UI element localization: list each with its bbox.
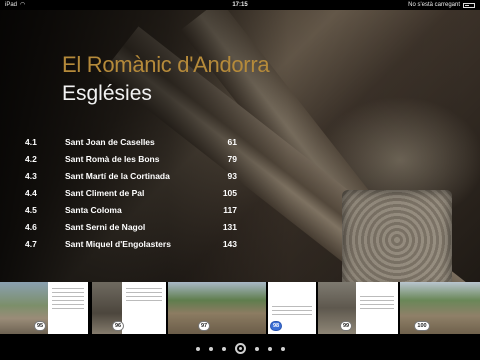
toc-item[interactable]: 4.5 Santa Coloma 117 — [25, 201, 237, 218]
page-indicator — [0, 341, 480, 356]
cover-photo: El Romànic d'Andorra Esglésies 4.1 Sant … — [0, 10, 480, 282]
toc-item[interactable]: 4.4 Sant Climent de Pal 105 — [25, 184, 237, 201]
page-dot[interactable] — [208, 346, 213, 351]
page-number-badge: 96 — [112, 321, 124, 331]
toc-name: Sant Miquel d'Engolasters — [65, 238, 171, 249]
toc-number: 4.6 — [25, 221, 37, 232]
church-photo — [400, 282, 480, 334]
page-number-badge: 95 — [34, 321, 46, 331]
page-text-lines — [272, 306, 312, 318]
toc-page: 143 — [222, 238, 237, 249]
church-photo — [168, 282, 266, 334]
page-thumbnail[interactable]: 98 — [268, 282, 316, 334]
page-thumbnail[interactable]: 97 — [168, 282, 266, 334]
toc-page: 79 — [227, 153, 237, 164]
toc-item[interactable]: 4.7 Sant Miquel d'Engolasters 143 — [25, 235, 237, 252]
page-text-lines — [360, 296, 394, 312]
toc-page: 105 — [222, 187, 237, 198]
page-thumbnail[interactable]: 96 — [92, 282, 166, 334]
page-text-lines — [126, 288, 162, 304]
page-dot-current[interactable] — [234, 343, 246, 354]
page-number-badge: 98 — [270, 321, 282, 331]
page-number-badge: 97 — [198, 321, 210, 331]
toc-name: Sant Martí de la Cortinada — [65, 170, 170, 181]
toc-item[interactable]: 4.6 Sant Serni de Nagol 131 — [25, 218, 237, 235]
toc-page: 131 — [222, 221, 237, 232]
status-right: No s'està carregant — [408, 0, 475, 10]
page-thumbnail[interactable]: 100 — [400, 282, 480, 334]
page-dot[interactable] — [221, 346, 226, 351]
page-thumbnail-strip[interactable]: 95 96 97 98 99 100 — [0, 282, 480, 338]
charging-status: No s'està carregant — [408, 2, 460, 8]
page-thumbnail[interactable]: 95 — [0, 282, 88, 334]
toc-name: Sant Romà de les Bons — [65, 153, 160, 164]
toc-name: Sant Climent de Pal — [65, 187, 145, 198]
toc-name: Sant Joan de Caselles — [65, 136, 155, 147]
table-of-contents: 4.1 Sant Joan de Caselles 61 4.2 Sant Ro… — [25, 133, 237, 252]
toc-number: 4.1 — [25, 136, 37, 147]
toc-item[interactable]: 4.1 Sant Joan de Caselles 61 — [25, 133, 237, 150]
battery-icon — [463, 2, 475, 8]
page-number-badge: 99 — [340, 321, 352, 331]
toc-number: 4.7 — [25, 238, 37, 249]
page-text-lines — [52, 288, 84, 312]
page-dot[interactable] — [195, 346, 200, 351]
toc-name: Sant Serni de Nagol — [65, 221, 146, 232]
toc-number: 4.5 — [25, 204, 37, 215]
toc-page: 61 — [227, 136, 237, 147]
page-dot[interactable] — [254, 346, 259, 351]
toc-item[interactable]: 4.3 Sant Martí de la Cortinada 93 — [25, 167, 237, 184]
toc-number: 4.3 — [25, 170, 37, 181]
page-thumbnail[interactable]: 99 — [318, 282, 398, 334]
toc-page: 93 — [227, 170, 237, 181]
status-bar: iPad ◠ 17:15 No s'està carregant — [0, 0, 480, 10]
toc-name: Santa Coloma — [65, 204, 122, 215]
page-dot[interactable] — [267, 346, 272, 351]
book-title: El Romànic d'Andorra — [62, 52, 270, 77]
toc-page: 117 — [223, 204, 237, 215]
toc-item[interactable]: 4.2 Sant Romà de les Bons 79 — [25, 150, 237, 167]
toc-number: 4.4 — [25, 187, 37, 198]
section-title: Esglésies — [62, 82, 152, 105]
toc-number: 4.2 — [25, 153, 37, 164]
page-dot[interactable] — [280, 346, 285, 351]
page-number-badge: 100 — [414, 321, 430, 331]
